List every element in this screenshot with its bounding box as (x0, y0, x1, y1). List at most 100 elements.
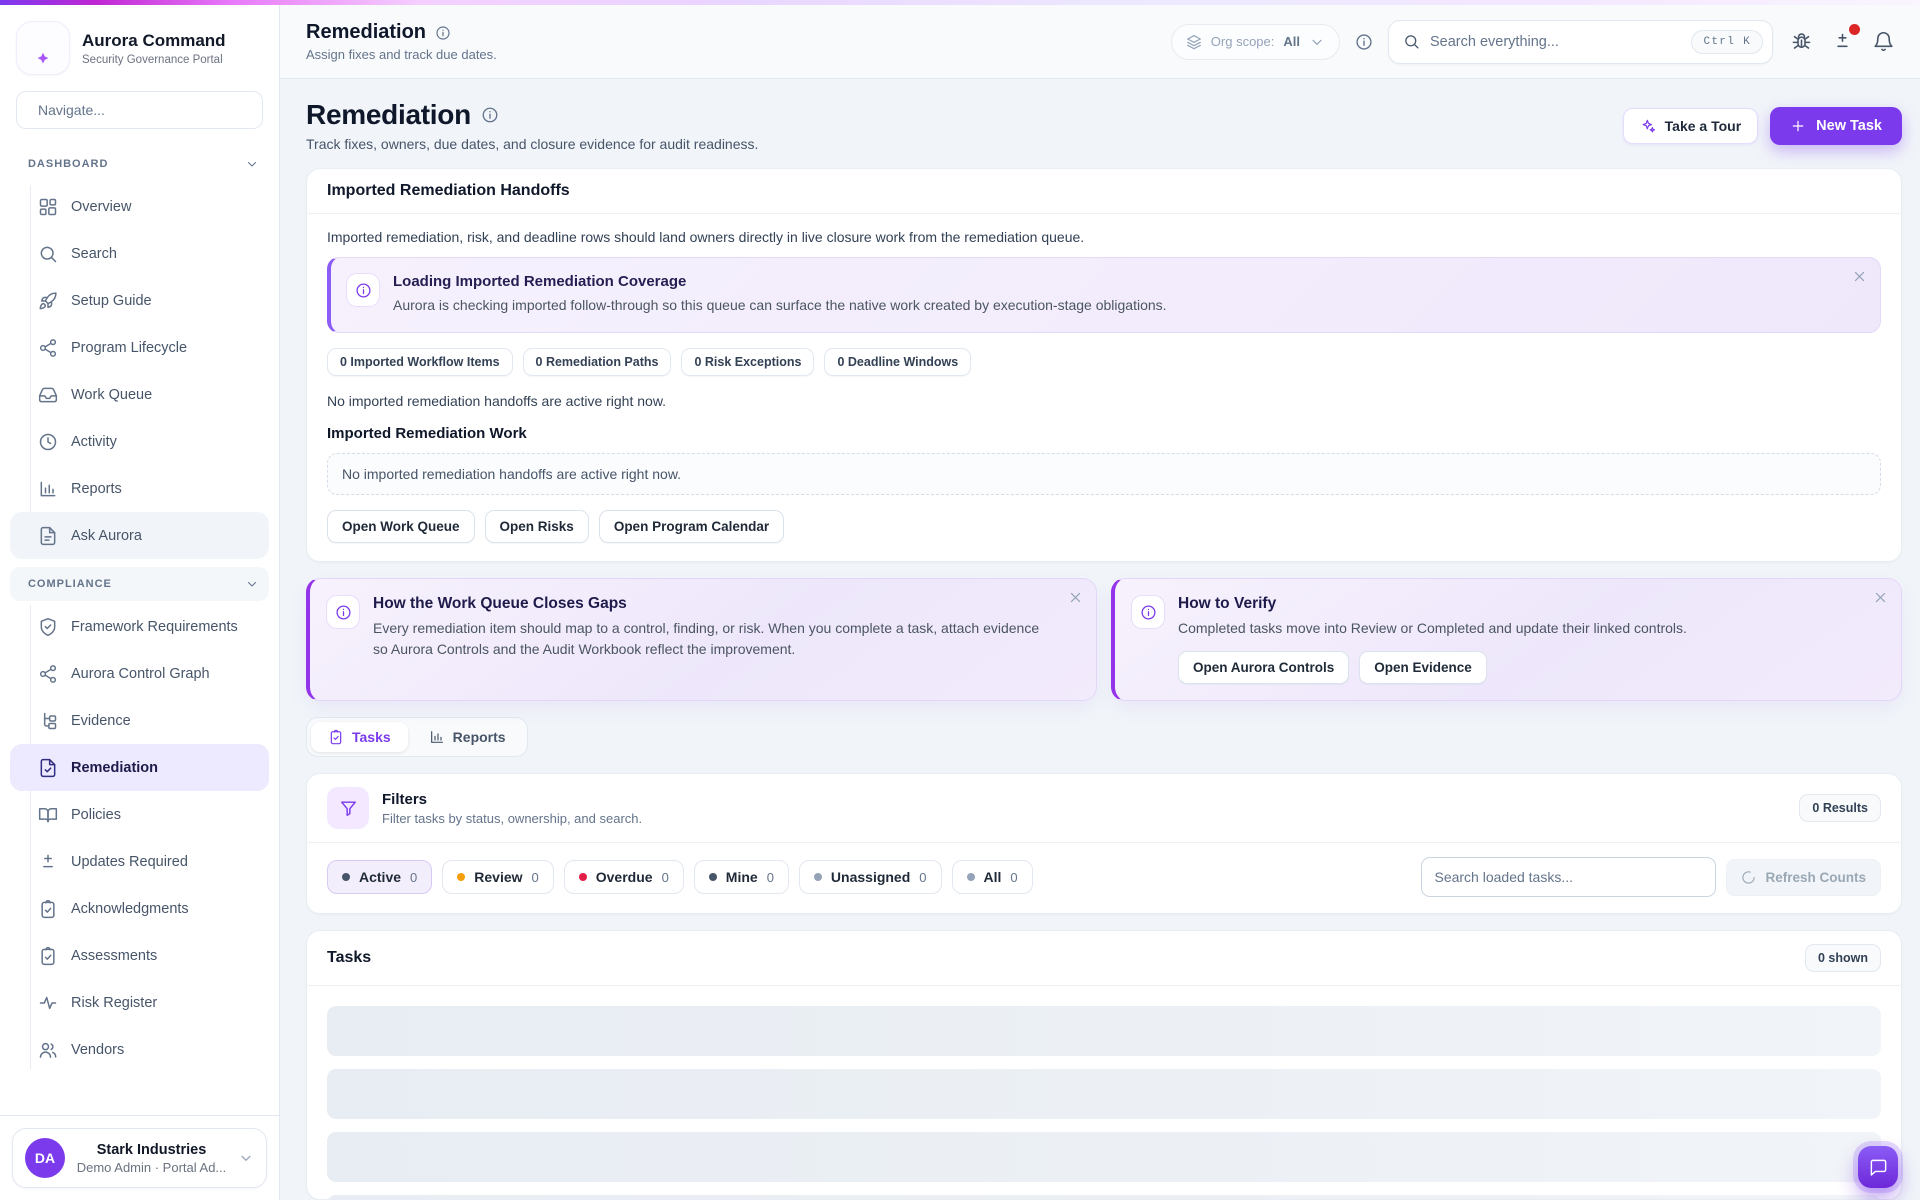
info-icon (346, 273, 380, 307)
filter-chip-review[interactable]: Review0 (442, 860, 553, 894)
plus-minus-icon (1832, 31, 1853, 52)
sidebar-item-aurora-control-graph[interactable]: Aurora Control Graph (10, 650, 269, 697)
open-program-calendar-button[interactable]: Open Program Calendar (599, 510, 784, 543)
sidebar-item-updates-required[interactable]: Updates Required (10, 838, 269, 885)
sidebar-item-program-lifecycle[interactable]: Program Lifecycle (10, 324, 269, 371)
sidebar-item-activity[interactable]: Activity (10, 418, 269, 465)
status-dot (967, 873, 975, 881)
info-card-body: Every remediation item should map to a c… (373, 618, 1054, 660)
info-icon (1131, 595, 1165, 629)
sparkles-icon (1640, 118, 1656, 134)
close-info-card-button[interactable] (1873, 590, 1888, 605)
user-role: Demo Admin · Portal Ad... (75, 1160, 228, 1175)
chat-bubble-icon (1869, 1158, 1888, 1177)
sidebar-item-policies[interactable]: Policies (10, 791, 269, 838)
avatar: DA (25, 1138, 65, 1178)
layers-icon (1186, 34, 1202, 50)
open-aurora-controls-button[interactable]: Open Aurora Controls (1178, 651, 1349, 684)
task-search-input[interactable] (1421, 857, 1716, 897)
navigate-input[interactable] (38, 102, 250, 118)
handoffs-card-title: Imported Remediation Handoffs (327, 182, 570, 200)
filter-chip-active[interactable]: Active0 (327, 860, 432, 894)
tab-reports[interactable]: Reports (412, 722, 523, 752)
imported-work-empty: No imported remediation handoffs are act… (327, 453, 1881, 495)
filter-chip-all[interactable]: All0 (952, 860, 1033, 894)
chat-widget-button[interactable] (1858, 1146, 1898, 1188)
bell-icon (1873, 31, 1894, 52)
sidebar: Aurora Command Security Governance Porta… (0, 5, 280, 1200)
global-search[interactable]: Ctrl K (1388, 20, 1773, 64)
filters-subtitle: Filter tasks by status, ownership, and s… (382, 811, 642, 826)
imported-handoffs-card: Imported Remediation Handoffs Imported r… (306, 168, 1902, 562)
sidebar-item-reports[interactable]: Reports (10, 465, 269, 512)
take-a-tour-button[interactable]: Take a Tour (1623, 108, 1759, 144)
chevron-down-icon (245, 577, 259, 591)
brand-subtitle: Security Governance Portal (82, 54, 226, 66)
status-dot (814, 873, 822, 881)
close-info-card-button[interactable] (1068, 590, 1083, 605)
sidebar-footer: DA Stark Industries Demo Admin · Portal … (0, 1115, 279, 1200)
sidebar-item-overview[interactable]: Overview (10, 183, 269, 230)
callout-title: Loading Imported Remediation Coverage (393, 273, 1167, 290)
open-work-queue-button[interactable]: Open Work Queue (327, 510, 475, 543)
task-skeleton-row (327, 1132, 1881, 1182)
open-evidence-button[interactable]: Open Evidence (1359, 651, 1487, 684)
user-menu[interactable]: DA Stark Industries Demo Admin · Portal … (12, 1128, 267, 1188)
handoff-stat-chip: 0 Risk Exceptions (681, 348, 814, 376)
info-icon (435, 25, 451, 41)
sidebar-item-vendors[interactable]: Vendors (10, 1026, 269, 1073)
shortcut-badge: Ctrl K (1691, 30, 1763, 54)
filter-chip-unassigned[interactable]: Unassigned0 (799, 860, 942, 894)
page-subtitle: Track fixes, owners, due dates, and clos… (306, 136, 758, 152)
nav-section-compliance[interactable]: COMPLIANCE (10, 567, 269, 601)
updates-button[interactable] (1830, 29, 1855, 54)
topbar-title: Remediation (306, 21, 426, 44)
nav-section-dashboard[interactable]: DASHBOARD (10, 147, 269, 181)
notifications-button[interactable] (1871, 29, 1896, 54)
topbar-subtitle: Assign fixes and track due dates. (306, 47, 497, 62)
callout-body: Aurora is checking imported follow-throu… (393, 295, 1167, 315)
info-card-title: How to Verify (1178, 595, 1687, 613)
global-search-input[interactable] (1430, 34, 1681, 50)
sidebar-item-work-queue[interactable]: Work Queue (10, 371, 269, 418)
org-scope-selector[interactable]: Org scope: All (1171, 24, 1340, 60)
acknowledgments-icon (38, 899, 58, 919)
chevron-down-icon (1309, 34, 1325, 50)
handoff-actions: Open Work Queue Open Risks Open Program Ca… (327, 510, 1881, 543)
sidebar-item-evidence[interactable]: Evidence (10, 697, 269, 744)
sidebar-item-remediation[interactable]: Remediation (10, 744, 269, 791)
search-icon (1403, 33, 1420, 50)
filter-chip-mine[interactable]: Mine0 (694, 860, 789, 894)
sidebar-item-search[interactable]: Search (10, 230, 269, 277)
close-callout-button[interactable] (1852, 269, 1867, 284)
tasks-card: Tasks 0 shown (306, 930, 1902, 1200)
bug-report-button[interactable] (1789, 29, 1814, 54)
refresh-counts-button[interactable]: Refresh Counts (1726, 859, 1881, 896)
topbar: Remediation Assign fixes and track due d… (280, 5, 1920, 79)
sidebar-item-risk-register[interactable]: Risk Register (10, 979, 269, 1026)
filter-chip-overdue[interactable]: Overdue0 (564, 860, 684, 894)
chevron-down-icon (238, 1150, 254, 1166)
aurora-control-graph-icon (38, 664, 58, 684)
help-info-icon[interactable] (1355, 32, 1373, 50)
setup-guide-icon (38, 291, 58, 311)
status-dot (342, 873, 350, 881)
aurora-logo-icon (16, 21, 70, 75)
sidebar-item-acknowledgments[interactable]: Acknowledgments (10, 885, 269, 932)
reports-tab-icon (429, 729, 445, 745)
new-task-button[interactable]: New Task (1770, 107, 1902, 145)
page-header: Remediation Track fixes, owners, due dat… (306, 99, 1902, 152)
info-card-body: Completed tasks move into Review or Comp… (1178, 618, 1687, 639)
sidebar-item-framework-requirements[interactable]: Framework Requirements (10, 603, 269, 650)
open-risks-button[interactable]: Open Risks (485, 510, 589, 543)
filters-card: Filters Filter tasks by status, ownershi… (306, 773, 1902, 914)
sidebar-item-assessments[interactable]: Assessments (10, 932, 269, 979)
sidebar-navigate-search[interactable] (16, 91, 263, 129)
sidebar-item-ask-aurora[interactable]: Ask Aurora (10, 512, 269, 559)
sidebar-item-setup-guide[interactable]: Setup Guide (10, 277, 269, 324)
ask-aurora-icon (38, 526, 58, 546)
tab-tasks[interactable]: Tasks (311, 722, 408, 752)
info-card-how-to-verify: How to Verify Completed tasks move into R… (1111, 578, 1902, 701)
vendors-icon (38, 1040, 58, 1060)
work-queue-icon (38, 385, 58, 405)
